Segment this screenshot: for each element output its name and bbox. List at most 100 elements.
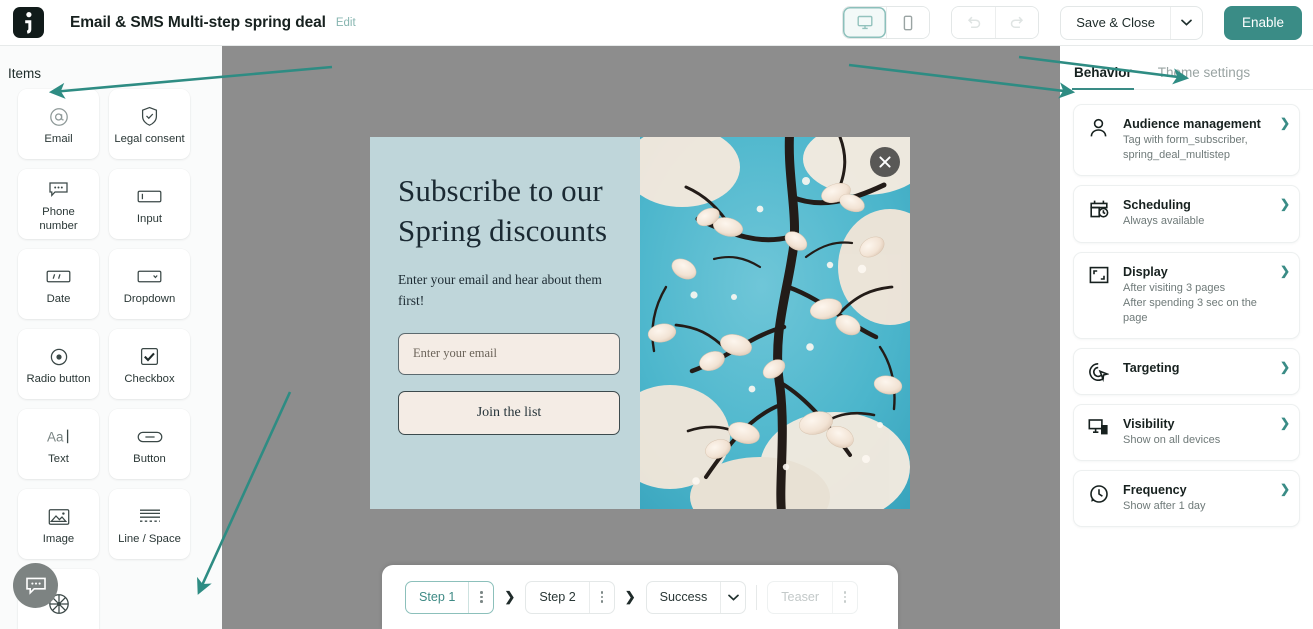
redo-button[interactable] — [995, 7, 1039, 38]
svg-text:Aa: Aa — [47, 430, 64, 445]
step-options-button[interactable] — [832, 581, 857, 613]
behavior-card-audience-management[interactable]: Audience management Tag with form_subscr… — [1073, 104, 1300, 177]
device-desktop-button[interactable] — [843, 7, 887, 38]
checkbox-icon — [140, 344, 159, 370]
popup-email-input[interactable]: Enter your email — [398, 332, 620, 375]
item-label: Date — [46, 292, 71, 305]
kebab-menu-icon — [600, 591, 603, 603]
edit-title-link[interactable]: Edit — [336, 17, 356, 29]
at-sign-icon — [49, 104, 69, 130]
chevron-right-icon[interactable]: ❯ — [1280, 197, 1290, 211]
dropdown-field-icon — [137, 264, 162, 290]
getsitecontrol-logo-icon — [25, 11, 32, 34]
chevron-down-icon — [727, 594, 739, 601]
step-label[interactable]: Step 2 — [526, 582, 588, 613]
popup-content-side: Subscribe to our Spring discounts Enter … — [370, 137, 640, 509]
chat-bubble-icon — [25, 577, 46, 595]
devices-icon — [1086, 417, 1111, 436]
kebab-menu-icon — [480, 591, 483, 603]
popup-preview[interactable]: Subscribe to our Spring discounts Enter … — [370, 137, 910, 509]
behavior-card-title: Display — [1123, 264, 1168, 279]
tab-behavior[interactable]: Behavior — [1072, 65, 1134, 90]
chevron-right-icon[interactable]: ❯ — [1280, 416, 1290, 430]
behavior-card-targeting[interactable]: Targeting ❯ — [1073, 348, 1300, 396]
popup-email-placeholder: Enter your email — [413, 346, 497, 361]
enable-button[interactable]: Enable — [1223, 5, 1302, 40]
behavior-card-body: Scheduling Always available — [1123, 198, 1289, 229]
mobile-icon — [903, 15, 913, 30]
item-checkbox[interactable]: Checkbox — [109, 329, 190, 399]
behavior-card-display[interactable]: Display After visiting 3 pages After spe… — [1073, 251, 1300, 340]
behavior-card-scheduling[interactable]: Scheduling Always available ❯ — [1073, 185, 1300, 243]
step-pill-teaser[interactable]: Teaser — [767, 580, 859, 614]
behavior-card-subtitle: Show on all devices — [1123, 434, 1221, 447]
popup-subtext[interactable]: Enter your email and hear about them fir… — [398, 270, 608, 311]
step-label[interactable]: Success — [647, 582, 721, 613]
behavior-card-visibility[interactable]: Visibility Show on all devices ❯ — [1073, 404, 1300, 462]
step-pill-success[interactable]: Success — [645, 580, 747, 614]
save-options-button[interactable] — [1169, 6, 1202, 39]
spring-blossom-image — [640, 137, 910, 509]
popup-heading[interactable]: Subscribe to our Spring discounts — [398, 171, 608, 250]
item-date[interactable]: Date — [18, 249, 99, 319]
close-icon — [879, 156, 891, 168]
behavior-card-subtitle: Always available — [1123, 215, 1205, 228]
step-label[interactable]: Teaser — [768, 582, 832, 613]
save-button-group: Save & Close — [1060, 5, 1203, 40]
page-title: Email & SMS Multi-step spring deal — [70, 13, 326, 31]
speech-bubble-icon — [48, 177, 69, 203]
behavior-card-title: Targeting — [1123, 361, 1180, 376]
undo-icon — [968, 16, 981, 29]
popup-image-side — [640, 137, 910, 509]
items-panel-title: Items — [8, 66, 42, 81]
popup-close-button[interactable] — [870, 147, 900, 177]
item-input[interactable]: Input — [109, 169, 190, 239]
chevron-right-icon[interactable]: ❯ — [1280, 482, 1290, 496]
editor-canvas[interactable]: Subscribe to our Spring discounts Enter … — [222, 46, 1060, 629]
item-label: Button — [133, 452, 166, 465]
chat-support-button[interactable] — [13, 563, 58, 608]
step-success-dropdown-button[interactable] — [720, 581, 745, 613]
item-button[interactable]: Button — [109, 409, 190, 479]
item-text[interactable]: Aa Text — [18, 409, 99, 479]
step-options-button[interactable] — [588, 581, 614, 613]
behavior-card-frequency[interactable]: Frequency Show after 1 day ❯ — [1073, 470, 1300, 528]
settings-sidebar: Behavior Theme settings Audience managem… — [1060, 46, 1313, 629]
behavior-card-title: Frequency — [1123, 483, 1187, 498]
radio-button-icon — [49, 344, 69, 370]
step-divider — [756, 584, 758, 610]
step-label[interactable]: Step 1 — [406, 582, 468, 613]
undo-button[interactable] — [952, 7, 996, 38]
item-label: Phone number — [39, 205, 78, 232]
device-mobile-button[interactable] — [886, 7, 930, 38]
item-image[interactable]: Image — [18, 489, 99, 559]
behavior-card-body: Frequency Show after 1 day — [1123, 483, 1289, 514]
chevron-right-icon[interactable]: ❯ — [1280, 360, 1290, 374]
item-email[interactable]: Email — [18, 89, 99, 159]
behavior-card-body: Visibility Show on all devices — [1123, 417, 1289, 448]
chevron-right-icon[interactable]: ❯ — [1280, 264, 1290, 278]
app-logo[interactable] — [13, 7, 44, 38]
item-radio-button[interactable]: Radio button — [18, 329, 99, 399]
item-label: Checkbox — [124, 372, 175, 385]
item-legal-consent[interactable]: Legal consent — [109, 89, 190, 159]
step-options-button[interactable] — [468, 581, 493, 613]
app-root: Email & SMS Multi-step spring deal Edit — [0, 0, 1313, 629]
pill-button-icon — [137, 424, 163, 450]
chevron-right-icon[interactable]: ❯ — [1280, 116, 1290, 130]
item-line-space[interactable]: Line / Space — [109, 489, 190, 559]
item-label: Radio button — [26, 372, 91, 385]
item-phone-number[interactable]: Phone number — [18, 169, 99, 239]
item-dropdown[interactable]: Dropdown — [109, 249, 190, 319]
tab-theme-settings[interactable]: Theme settings — [1158, 65, 1250, 89]
step-pill-step-1[interactable]: Step 1 — [405, 580, 495, 614]
behavior-card-subtitle: After visiting 3 pages After spending 3 … — [1123, 281, 1257, 324]
app-header: Email & SMS Multi-step spring deal Edit — [0, 0, 1313, 46]
text-input-icon — [137, 184, 162, 210]
calendar-clock-icon — [1086, 198, 1111, 219]
kebab-menu-icon — [843, 591, 847, 603]
popup-submit-button[interactable]: Join the list — [398, 390, 620, 435]
step-pill-step-2[interactable]: Step 2 — [525, 580, 615, 614]
history-controls — [951, 6, 1040, 39]
save-and-close-button[interactable]: Save & Close — [1061, 7, 1170, 39]
